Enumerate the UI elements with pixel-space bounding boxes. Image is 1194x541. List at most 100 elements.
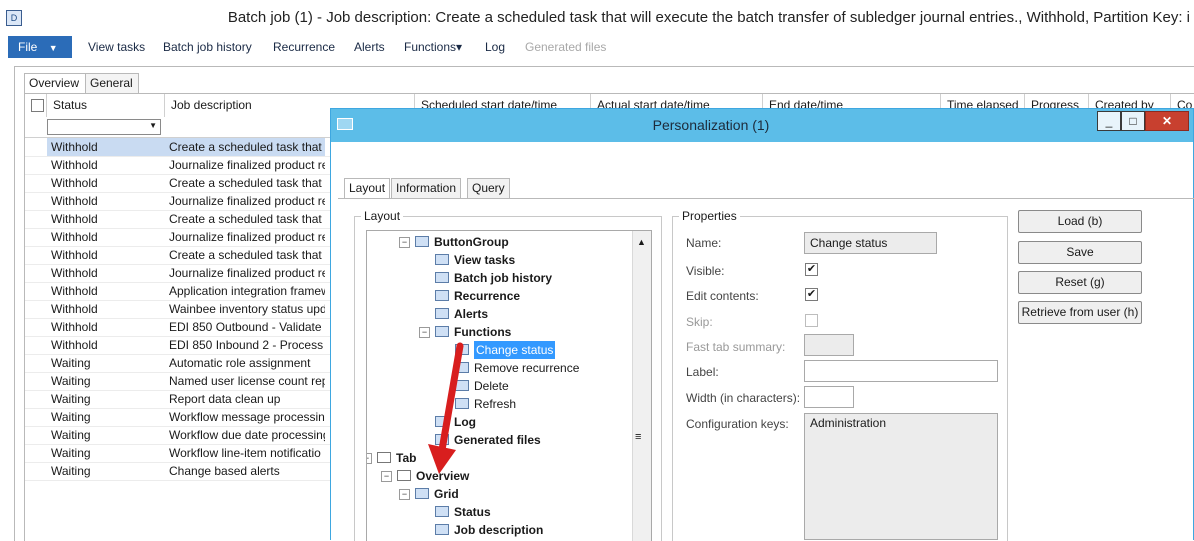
control-icon <box>435 326 449 338</box>
collapse-icon[interactable]: − <box>419 327 430 338</box>
status-cell[interactable]: Withhold <box>47 192 165 210</box>
menu-generated-files[interactable]: Generated files <box>525 36 606 58</box>
collapse-icon[interactable]: − <box>399 237 410 248</box>
status-cell[interactable]: Withhold <box>47 264 165 282</box>
tree-node-label: Alerts <box>454 307 489 321</box>
job-description-cell[interactable]: Wainbee inventory status upd <box>165 300 325 318</box>
collapse-icon[interactable]: − <box>399 489 410 500</box>
app-icon[interactable]: D <box>6 10 22 26</box>
tree-node[interactable]: Batch job history <box>435 269 552 287</box>
tab-overview[interactable]: Overview <box>24 73 89 94</box>
tree-node[interactable]: Tab <box>377 449 416 467</box>
job-description-cell[interactable]: Create a scheduled task that w <box>165 210 325 228</box>
tree-node[interactable]: ButtonGroup <box>415 233 509 251</box>
status-cell[interactable]: Withhold <box>47 282 165 300</box>
status-cell[interactable]: Withhold <box>47 300 165 318</box>
label-label: Label: <box>686 365 719 379</box>
save-button[interactable]: Save <box>1018 241 1142 264</box>
status-cell[interactable]: Withhold <box>47 246 165 264</box>
tree-node[interactable]: Grid <box>415 485 459 503</box>
width-field[interactable] <box>804 386 854 408</box>
maximize-icon[interactable]: □ <box>1121 111 1145 131</box>
tree-node[interactable]: Job description <box>435 521 543 539</box>
tab-general[interactable]: General <box>85 73 139 94</box>
job-description-cell[interactable]: Journalize finalized product re <box>165 228 325 246</box>
status-cell[interactable]: Withhold <box>47 318 165 336</box>
job-description-cell[interactable]: EDI 850 Inbound 2 - Process (1 <box>165 336 325 354</box>
menu-view-tasks[interactable]: View tasks <box>88 36 145 58</box>
tree-node[interactable]: Recurrence <box>435 287 520 305</box>
layout-tree[interactable]: ▲ ≡ − ButtonGroup View tasks Batch job hist… <box>366 230 652 541</box>
status-filter-dropdown[interactable]: ▼ <box>47 119 161 135</box>
close-icon[interactable]: ✕ <box>1145 111 1189 131</box>
menu-functions[interactable]: Functions▾ <box>404 36 462 58</box>
collapse-icon[interactable]: − <box>381 471 392 482</box>
action-pane: File ▼ View tasks Batch job history Recu… <box>0 36 1194 58</box>
job-description-cell[interactable]: Create a scheduled task that w <box>165 246 325 264</box>
tree-scrollbar[interactable]: ▲ ≡ <box>632 231 651 541</box>
fast-tab-summary-field[interactable] <box>804 334 854 356</box>
job-description-cell[interactable]: Workflow message processing <box>165 408 325 426</box>
job-description-cell[interactable]: Change based alerts <box>165 462 325 480</box>
status-cell[interactable]: Waiting <box>47 372 165 390</box>
file-menu-label: File <box>18 40 38 54</box>
tree-node-label: ButtonGroup <box>434 235 509 249</box>
skip-checkbox[interactable] <box>805 314 818 327</box>
configuration-keys-field[interactable]: Administration <box>804 413 998 540</box>
configuration-keys-label: Configuration keys: <box>686 417 789 431</box>
status-cell[interactable]: Withhold <box>47 156 165 174</box>
tree-node[interactable]: View tasks <box>435 251 515 269</box>
job-description-cell[interactable]: Journalize finalized product re <box>165 156 325 174</box>
column-header-status[interactable]: Status <box>47 94 165 117</box>
folder-icon <box>397 470 411 482</box>
job-description-cell[interactable]: Report data clean up <box>165 390 325 408</box>
status-cell[interactable]: Waiting <box>47 408 165 426</box>
status-cell[interactable]: Waiting <box>47 426 165 444</box>
status-cell[interactable]: Waiting <box>47 390 165 408</box>
menu-alerts[interactable]: Alerts <box>354 36 385 58</box>
status-cell[interactable]: Waiting <box>47 462 165 480</box>
scroll-grip-icon: ≡ <box>635 431 642 443</box>
job-description-cell[interactable]: Create a scheduled task that w <box>165 138 325 156</box>
menu-recurrence[interactable]: Recurrence <box>273 36 335 58</box>
tab-query[interactable]: Query <box>467 178 510 199</box>
menu-batch-job-history[interactable]: Batch job history <box>163 36 252 58</box>
collapse-icon[interactable]: − <box>367 453 372 464</box>
visible-checkbox[interactable]: ✔ <box>805 263 818 276</box>
status-cell[interactable]: Waiting <box>47 354 165 372</box>
name-field[interactable]: Change status <box>804 232 937 254</box>
file-menu-button[interactable]: File ▼ <box>8 36 72 58</box>
reset-button[interactable]: Reset (g) <box>1018 271 1142 294</box>
label-field[interactable] <box>804 360 998 382</box>
select-all-checkbox[interactable] <box>31 99 44 112</box>
minimize-icon[interactable]: _ <box>1097 111 1121 131</box>
name-label: Name: <box>686 236 722 250</box>
control-icon <box>435 290 449 302</box>
tree-node[interactable]: Functions <box>435 323 511 341</box>
status-cell[interactable]: Withhold <box>47 336 165 354</box>
status-cell[interactable]: Withhold <box>47 138 165 156</box>
job-description-cell[interactable]: Named user license count rep <box>165 372 325 390</box>
job-description-cell[interactable]: Application integration framew <box>165 282 325 300</box>
retrieve-from-user-button[interactable]: Retrieve from user (h) <box>1018 301 1142 324</box>
tab-information[interactable]: Information <box>391 178 462 199</box>
status-cell[interactable]: Withhold <box>47 228 165 246</box>
job-description-cell[interactable]: EDI 850 Outbound - Validate a <box>165 318 325 336</box>
tree-node[interactable]: Alerts <box>435 305 488 323</box>
load-button[interactable]: Load (b) <box>1018 210 1142 233</box>
scroll-up-icon[interactable]: ▲ <box>637 237 646 247</box>
status-cell[interactable]: Withhold <box>47 210 165 228</box>
job-description-cell[interactable]: Journalize finalized product re <box>165 192 325 210</box>
tree-node[interactable]: Status <box>435 503 491 521</box>
edit-contents-checkbox[interactable]: ✔ <box>805 288 818 301</box>
job-description-cell[interactable]: Create a scheduled task that w <box>165 174 325 192</box>
job-description-cell[interactable]: Automatic role assignment <box>165 354 325 372</box>
tab-layout[interactable]: Layout <box>344 178 391 199</box>
job-description-cell[interactable]: Workflow line-item notificatio <box>165 444 325 462</box>
job-description-cell[interactable]: Journalize finalized product re <box>165 264 325 282</box>
status-cell[interactable]: Withhold <box>47 174 165 192</box>
dialog-title-bar: Personalization (1) _ □ ✕ <box>331 109 1193 142</box>
status-cell[interactable]: Waiting <box>47 444 165 462</box>
job-description-cell[interactable]: Workflow due date processing <box>165 426 325 444</box>
menu-log[interactable]: Log <box>485 36 505 58</box>
